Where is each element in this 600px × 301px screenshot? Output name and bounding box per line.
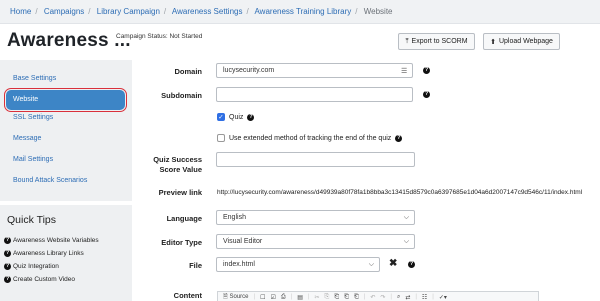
sidebar-item-mail-settings[interactable]: Mail Settings — [13, 156, 53, 163]
domain-help-icon[interactable]: ? — [423, 67, 430, 74]
find-icon[interactable]: ⌕ — [397, 294, 400, 301]
paste-text-icon[interactable]: ⎗ — [344, 294, 349, 301]
breadcrumb-current: Website — [363, 7, 393, 16]
domain-label: Domain — [174, 67, 202, 76]
tip-website-variables[interactable]: ? Awareness Website Variables — [4, 237, 99, 244]
replace-icon[interactable]: ⇄ — [405, 294, 410, 301]
breadcrumb-home[interactable]: Home — [10, 7, 31, 16]
sidebar-item-message[interactable]: Message — [13, 135, 41, 142]
quiz-checkbox[interactable]: ✓ — [217, 113, 225, 121]
editor-type-label: Editor Type — [161, 238, 202, 247]
redo-icon[interactable]: ↷ — [380, 294, 385, 301]
preview-icon[interactable]: ☑ — [270, 294, 275, 301]
domain-field[interactable]: lucysecurity.com — [216, 63, 413, 78]
campaign-status: Campaign Status: Not Started — [116, 33, 203, 40]
copy-icon[interactable]: ⎘ — [325, 294, 330, 301]
quiz-help-icon[interactable]: ? — [247, 113, 255, 121]
spellcheck-icon[interactable]: ✓▾ — [439, 294, 447, 301]
question-icon: ? — [4, 263, 11, 270]
editor-type-select[interactable]: Visual Editor ⌵ — [216, 234, 415, 249]
paste-icon[interactable]: ⎗ — [334, 294, 339, 301]
sidebar-item-ssl-settings[interactable]: SSL Settings — [13, 114, 53, 121]
preview-link-label: Preview link — [158, 188, 202, 197]
file-help-icon[interactable]: ? — [408, 261, 415, 268]
page-title: Awareness ... — [7, 30, 131, 51]
extended-tracking-checkbox[interactable] — [217, 134, 225, 142]
source-button[interactable]: 🗎︎ Source — [223, 292, 249, 301]
quiz-score-label-line1: Quiz Success — [153, 155, 202, 164]
extended-tracking-row[interactable]: Use extended method of tracking the end … — [217, 134, 403, 142]
upload-icon: ⬆︎ — [490, 38, 496, 46]
list-icon[interactable]: ☰ — [401, 67, 407, 75]
chevron-down-icon: ⌵ — [403, 238, 409, 245]
content-label: Content — [173, 291, 202, 300]
new-page-icon[interactable]: ☐ — [260, 294, 265, 301]
chevron-down-icon: ⌵ — [403, 214, 409, 221]
question-icon: ? — [4, 250, 11, 257]
sidebar: Base Settings Website SSL Settings Messa… — [0, 60, 132, 201]
quiz-score-label-line2: Score Value — [159, 165, 202, 174]
tip-custom-video[interactable]: ? Create Custom Video — [4, 276, 75, 283]
language-label: Language — [166, 214, 202, 223]
chevron-down-icon: ⌵ — [368, 261, 374, 268]
file-select[interactable]: index.html ⌵ — [216, 257, 380, 272]
language-select[interactable]: English ⌵ — [216, 210, 415, 225]
export-icon: ⤒ — [405, 37, 409, 45]
delete-file-icon[interactable]: ✖ — [389, 258, 397, 269]
paste-word-icon[interactable]: ⎗ — [354, 294, 359, 301]
upload-webpage-button[interactable]: ⬆︎ Upload Webpage — [483, 33, 560, 50]
file-label: File — [189, 261, 202, 270]
question-icon: ? — [4, 276, 11, 283]
undo-icon[interactable]: ↶ — [370, 294, 375, 301]
tip-library-links[interactable]: ? Awareness Library Links — [4, 250, 84, 257]
quiz-checkbox-row[interactable]: ✓ Quiz ? — [217, 113, 255, 121]
breadcrumb-library-campaign[interactable]: Library Campaign — [97, 7, 160, 16]
subdomain-help-icon[interactable]: ? — [423, 91, 430, 98]
extended-tracking-help-icon[interactable]: ? — [395, 134, 403, 142]
breadcrumb-campaigns[interactable]: Campaigns — [44, 7, 84, 16]
quiz-score-field[interactable] — [216, 152, 415, 167]
sidebar-item-base-settings[interactable]: Base Settings — [13, 75, 56, 82]
breadcrumb-awareness-settings[interactable]: Awareness Settings — [172, 7, 243, 16]
templates-icon[interactable]: ▤ — [297, 294, 303, 301]
preview-link[interactable]: http://lucysecurity.com/awareness/d49939… — [217, 189, 582, 196]
select-all-icon[interactable]: ☷ — [422, 294, 427, 301]
quick-tips-title: Quick Tips — [7, 214, 57, 226]
subdomain-label: Subdomain — [161, 91, 202, 100]
breadcrumb: Home / Campaigns / Library Campaign / Aware… — [0, 0, 600, 24]
sidebar-item-bound-attack[interactable]: Bound Attack Scenarios — [13, 177, 87, 184]
breadcrumb-training-library[interactable]: Awareness Training Library — [254, 7, 351, 16]
export-scorm-button[interactable]: ⤒ Export to SCORM — [398, 33, 475, 50]
subdomain-field[interactable] — [216, 87, 413, 102]
question-icon: ? — [4, 237, 11, 244]
tip-quiz-integration[interactable]: ? Quiz Integration — [4, 263, 59, 270]
editor-toolbar: 🗎︎ Source | ☐ ☑ ⎙ | ▤ | ✂ ⎘ ⎗ ⎗ ⎗ | ↶ ↷ … — [217, 291, 539, 301]
cut-icon[interactable]: ✂ — [314, 294, 319, 301]
print-icon[interactable]: ⎙ — [281, 294, 286, 301]
